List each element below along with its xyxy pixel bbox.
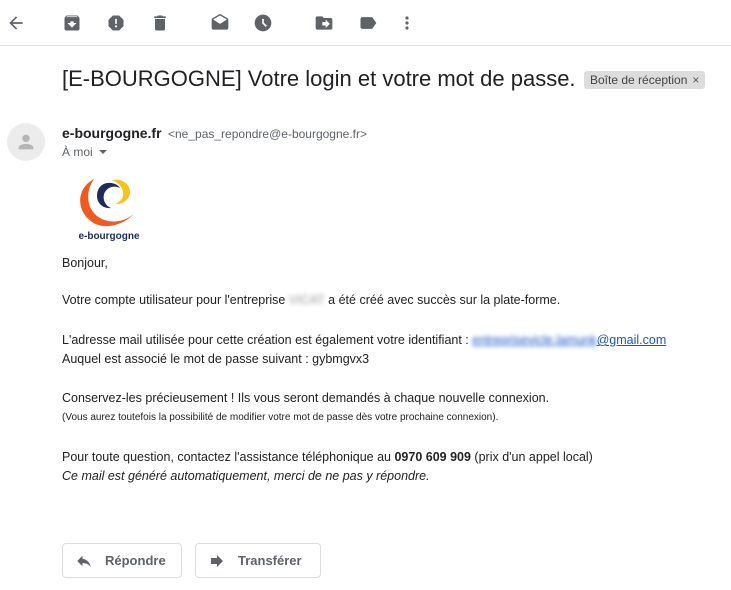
back-arrow-icon[interactable] [4, 11, 28, 35]
text-segment: (prix d'un appel local) [470, 450, 593, 464]
redacted-company: VICAT [288, 293, 325, 307]
logo-swirl-icon [80, 179, 134, 227]
auto-generated-note: Ce mail est généré automatiquement, merc… [62, 469, 430, 483]
forward-label: Transférer [238, 553, 302, 568]
identifier-line: L'adresse mail utilisée pour cette créat… [62, 333, 666, 347]
subject-row: [E-BOURGOGNE] Votre login et votre mot d… [62, 66, 722, 98]
reply-icon [77, 555, 91, 567]
email-link-domain[interactable]: @gmail.com [597, 333, 667, 347]
sender-name[interactable]: e-bourgogne.fr [62, 125, 162, 141]
person-icon [18, 134, 34, 150]
label-icon[interactable] [356, 11, 380, 35]
email-subject: [E-BOURGOGNE] Votre login et votre mot d… [62, 66, 576, 91]
label-text: Boîte de réception [590, 73, 688, 87]
sender: e-bourgogne.fr <ne_pas_repondre@e-bourgo… [62, 125, 367, 143]
text-segment: Pour toute question, contactez l'assista… [62, 450, 395, 464]
reply-button[interactable]: Répondre [62, 543, 182, 578]
remove-label-icon[interactable]: × [692, 73, 699, 87]
e-bourgogne-logo: e-bourgogne [72, 172, 146, 244]
archive-icon[interactable] [60, 11, 84, 35]
forward-button[interactable]: Transférer [195, 543, 321, 578]
toolbar [0, 0, 731, 46]
delete-icon[interactable] [148, 11, 172, 35]
redacted-email-local[interactable]: entreprisevicle.lamunk [472, 333, 596, 347]
chevron-down-icon[interactable] [98, 150, 107, 154]
recipient-details[interactable]: À moi [62, 145, 107, 159]
account-created-line: Votre compte utilisateur pour l'entrepri… [62, 293, 560, 307]
snooze-icon[interactable] [251, 11, 275, 35]
greeting: Bonjour, [62, 256, 108, 270]
inbox-label-chip[interactable]: Boîte de réception × [584, 71, 706, 89]
sender-email: <ne_pas_repondre@e-bourgogne.fr> [168, 127, 367, 141]
avatar [7, 123, 45, 161]
text-segment: a été créé avec succès sur la plate-form… [324, 293, 561, 307]
support-phone: 0970 609 909 [394, 450, 471, 464]
report-spam-icon[interactable] [104, 11, 128, 35]
modify-password-note: (Vous aurez toutefois la possibilité de … [62, 412, 499, 423]
support-line: Pour toute question, contactez l'assista… [62, 450, 593, 464]
text-segment: Votre compte utilisateur pour l'entrepri… [62, 293, 289, 307]
keep-safe-line: Conservez-les précieusement ! Ils vous s… [62, 391, 550, 405]
password-line: Auquel est associé le mot de passe suiva… [62, 352, 370, 366]
text-segment: L'adresse mail utilisée pour cette créat… [62, 333, 473, 347]
recipient-label: À moi [62, 145, 93, 159]
more-icon[interactable] [395, 11, 419, 35]
move-to-icon[interactable] [312, 11, 336, 35]
reply-label: Répondre [105, 553, 166, 568]
mark-unread-icon[interactable] [208, 11, 232, 35]
logo-text: e-bourgogne [78, 231, 140, 242]
forward-icon [211, 554, 223, 567]
